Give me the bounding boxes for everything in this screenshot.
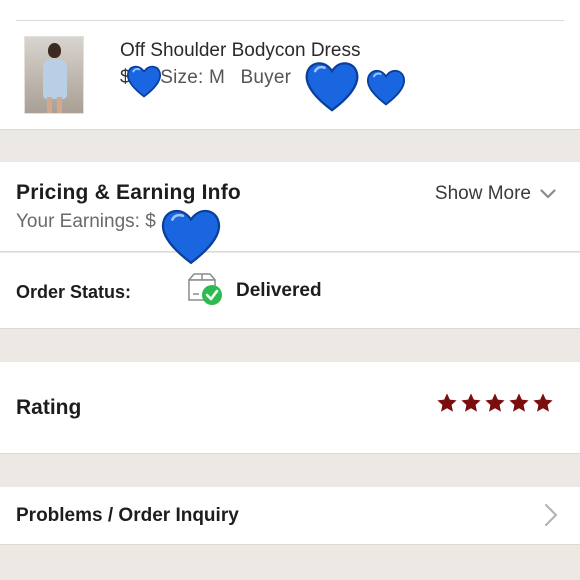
star-icon bbox=[437, 393, 457, 412]
pricing-title: Pricing & Earning Info bbox=[16, 181, 241, 204]
model-head bbox=[48, 43, 61, 58]
star-icon bbox=[509, 393, 529, 412]
show-more-label: Show More bbox=[434, 183, 531, 204]
blue-heart-icon bbox=[367, 69, 405, 106]
blue-heart-icon bbox=[127, 65, 161, 98]
chevron-right-icon bbox=[544, 503, 558, 527]
order-status-card: Order Status: Delivered bbox=[0, 253, 580, 329]
star-icon bbox=[461, 393, 481, 412]
item-size: Size: M bbox=[160, 67, 226, 88]
order-status-label: Order Status: bbox=[16, 282, 132, 302]
rating-card: Rating bbox=[0, 362, 580, 454]
model-leg bbox=[57, 97, 62, 113]
order-item-card: Off Shoulder Bodycon Dress $ Size: M Buy… bbox=[0, 0, 580, 130]
item-buyer: Buyer bbox=[240, 67, 292, 88]
star-icon bbox=[485, 393, 505, 412]
pricing-card: Pricing & Earning Info Your Earnings: $ … bbox=[0, 162, 580, 252]
chevron-down-icon bbox=[540, 189, 556, 199]
rating-label: Rating bbox=[16, 396, 82, 419]
star-icon bbox=[533, 393, 553, 412]
earnings-label: Your Earnings: $ bbox=[16, 211, 156, 232]
divider bbox=[16, 20, 564, 21]
blue-heart-icon bbox=[162, 209, 220, 265]
item-thumbnail[interactable] bbox=[24, 36, 84, 114]
problems-order-inquiry-row[interactable]: Problems / Order Inquiry bbox=[0, 487, 580, 545]
rating-stars bbox=[436, 392, 556, 414]
blue-heart-icon bbox=[305, 62, 359, 112]
model-leg bbox=[47, 97, 52, 113]
delivered-package-icon bbox=[188, 273, 222, 305]
problems-label: Problems / Order Inquiry bbox=[16, 505, 239, 526]
model-dress bbox=[43, 59, 67, 99]
show-more-button[interactable]: Show More bbox=[435, 183, 556, 205]
order-status-value: Delivered bbox=[236, 280, 322, 301]
